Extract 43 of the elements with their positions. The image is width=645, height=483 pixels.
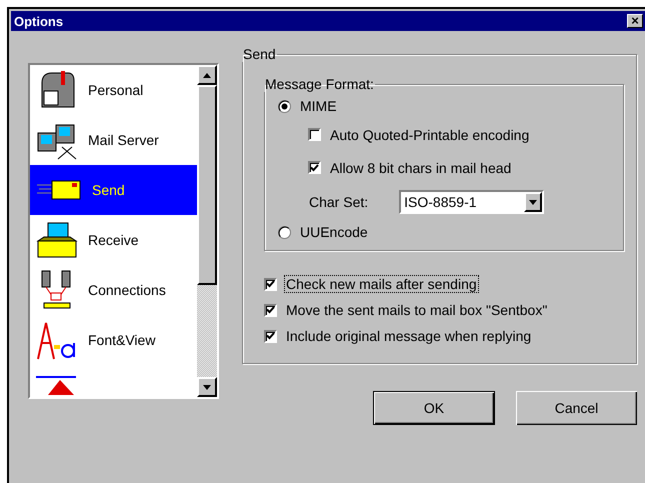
- radio-label: MIME: [299, 98, 338, 114]
- category-label: Connections: [88, 282, 166, 298]
- charset-dropdown[interactable]: ISO-8859-1: [399, 190, 544, 214]
- scrollbar[interactable]: [197, 65, 217, 397]
- down-arrow-icon: [529, 200, 538, 204]
- scroll-down-button[interactable]: [197, 377, 217, 397]
- checkbox-label: Include original message when replying: [285, 328, 532, 344]
- scroll-up-button[interactable]: [197, 65, 217, 85]
- dropdown-value: ISO-8859-1: [403, 194, 478, 210]
- checkbox[interactable]: [308, 161, 321, 174]
- check-icon: [266, 332, 275, 340]
- radio-label: UUEncode: [299, 224, 369, 240]
- close-button[interactable]: ×: [627, 14, 643, 28]
- checkbox-label: Auto Quoted-Printable encoding: [329, 126, 530, 142]
- category-label: Mail Server: [88, 132, 159, 148]
- up-arrow-icon: [203, 72, 211, 78]
- check-icon: [310, 164, 319, 172]
- dialog-button[interactable]: Cancel: [516, 391, 637, 425]
- charset-label: Char Set:: [308, 194, 370, 210]
- checkbox[interactable]: [264, 278, 277, 290]
- category-item[interactable]: Send: [30, 165, 197, 215]
- checkbox[interactable]: [264, 330, 277, 342]
- checkbox-label: Move the sent mails to mail box "Sentbox": [285, 302, 548, 318]
- checkbox-label: Allow 8 bit chars in mail head: [329, 160, 512, 176]
- dropdown-arrow-button[interactable]: [524, 192, 542, 212]
- category-label: Receive: [88, 232, 139, 248]
- dialog-button[interactable]: OK: [373, 391, 495, 425]
- check-icon: [266, 306, 275, 314]
- checkbox[interactable]: [264, 304, 277, 316]
- category-label: Personal: [88, 82, 144, 98]
- check-icon: [266, 280, 275, 288]
- window-title: Options: [14, 14, 64, 28]
- scroll-thumb[interactable]: [197, 85, 217, 285]
- checkbox-label: Check new mails after sending: [285, 276, 478, 292]
- down-arrow-icon: [203, 384, 211, 390]
- group-title: Send: [242, 46, 277, 62]
- category-label: Send: [92, 182, 125, 198]
- checkbox[interactable]: [308, 128, 321, 141]
- radio-button[interactable]: [278, 100, 291, 112]
- category-label: Font&View: [88, 332, 156, 348]
- group-title: Message Format:: [264, 76, 375, 92]
- radio-button[interactable]: [278, 226, 291, 238]
- label-icon: [36, 375, 78, 395]
